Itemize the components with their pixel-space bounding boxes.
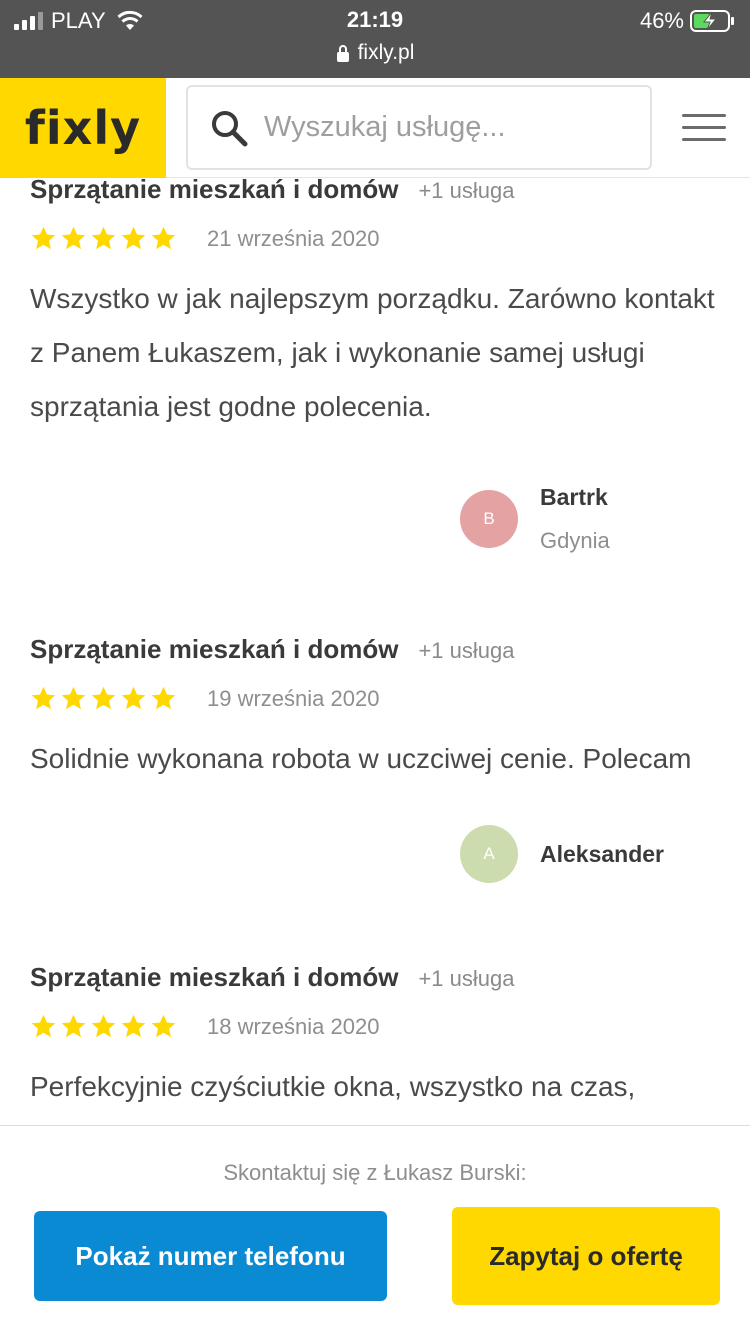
clock: 21:19 — [346, 7, 404, 32]
star-icon — [91, 226, 116, 250]
review-date: 18 września 2020 — [207, 1013, 380, 1039]
author-city: Gdynia — [540, 528, 610, 553]
menu-icon[interactable] — [682, 114, 726, 142]
review-date: 19 września 2020 — [207, 685, 380, 711]
address-bar[interactable]: fixly.pl — [0, 41, 750, 65]
star-rating — [30, 1013, 177, 1040]
author-name: Bartrk — [540, 484, 608, 510]
battery-area: 46% — [640, 8, 736, 34]
review-card: Sprzątanie mieszkań i domów +1 usługa 18… — [30, 962, 720, 1114]
avatar: A — [460, 825, 518, 883]
author-name: Aleksander — [540, 840, 665, 867]
star-icon — [61, 1014, 86, 1038]
star-rating — [30, 685, 177, 712]
star-icon — [31, 686, 56, 710]
search-input[interactable] — [264, 111, 624, 144]
review-service: Sprzątanie mieszkań i domów — [30, 962, 399, 992]
star-icon — [91, 1014, 116, 1038]
search-icon — [212, 110, 248, 146]
star-icon — [121, 1014, 146, 1038]
star-icon — [121, 686, 146, 710]
search-box[interactable] — [186, 85, 652, 170]
avatar-letter: A — [483, 844, 495, 863]
review-text: Wszystko w jak najlepszym porządku. Zaró… — [30, 283, 715, 422]
review-author: B Bartrk Gdynia — [460, 484, 610, 554]
contact-bar: Skontaktuj się z Łukasz Burski: Pokaż nu… — [0, 1125, 750, 1334]
review-service: Sprzątanie mieszkań i domów — [30, 174, 399, 204]
star-icon — [61, 226, 86, 250]
battery-percent: 46% — [639, 8, 684, 33]
star-rating — [30, 225, 177, 252]
review-date: 21 września 2020 — [207, 225, 380, 251]
review-card: Sprzątanie mieszkań i domów +1 usługa 21… — [30, 174, 720, 434]
logo-text: fixly — [24, 101, 142, 155]
avatar-letter: B — [483, 509, 495, 528]
review-text: Solidnie wykonana robota w uczciwej ceni… — [30, 743, 692, 774]
url-text: fixly.pl — [357, 41, 415, 64]
review-more-services[interactable]: +1 usługa — [418, 966, 514, 992]
battery-charging-icon — [690, 10, 734, 32]
star-icon — [61, 686, 86, 710]
star-icon — [151, 1014, 176, 1038]
star-icon — [31, 226, 56, 250]
review-more-services[interactable]: +1 usługa — [418, 178, 514, 204]
fixly-logo[interactable]: fixly — [0, 78, 166, 178]
star-icon — [151, 686, 176, 710]
star-icon — [91, 686, 116, 710]
star-icon — [121, 226, 146, 250]
review-more-services[interactable]: +1 usługa — [418, 638, 514, 664]
review-card: Sprzątanie mieszkań i domów +1 usługa 19… — [30, 634, 720, 786]
ask-offer-button[interactable]: Zapytaj o ofertę — [452, 1207, 720, 1305]
avatar: B — [460, 490, 518, 548]
show-phone-button[interactable]: Pokaż numer telefonu — [34, 1211, 387, 1301]
review-author: A Aleksander — [460, 825, 664, 883]
contact-label: Skontaktuj się z Łukasz Burski: — [223, 1160, 527, 1185]
status-bar: PLAY 21:19 fixly.pl 46% — [0, 0, 750, 78]
review-text: Perfekcyjnie czyściutkie okna, wszystko … — [30, 1071, 636, 1102]
lock-icon — [336, 45, 349, 62]
star-icon — [31, 1014, 56, 1038]
review-service: Sprzątanie mieszkań i domów — [30, 634, 399, 664]
star-icon — [151, 226, 176, 250]
site-header: fixly — [0, 78, 750, 178]
